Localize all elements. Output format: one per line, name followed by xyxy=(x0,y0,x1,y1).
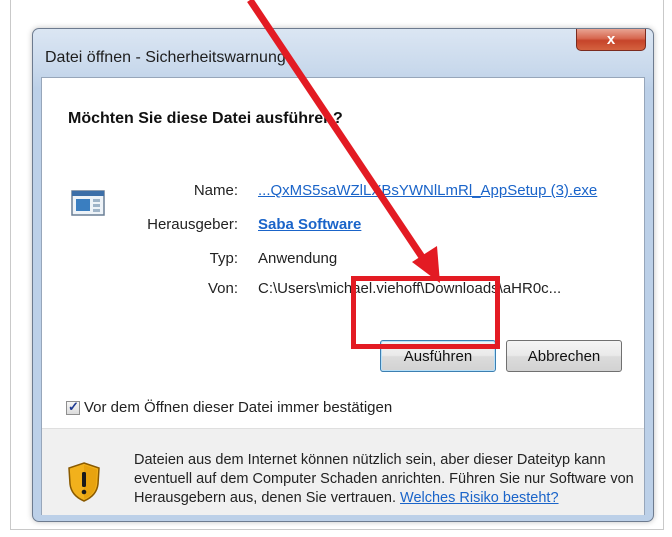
annotation-arrow-icon xyxy=(247,0,440,283)
